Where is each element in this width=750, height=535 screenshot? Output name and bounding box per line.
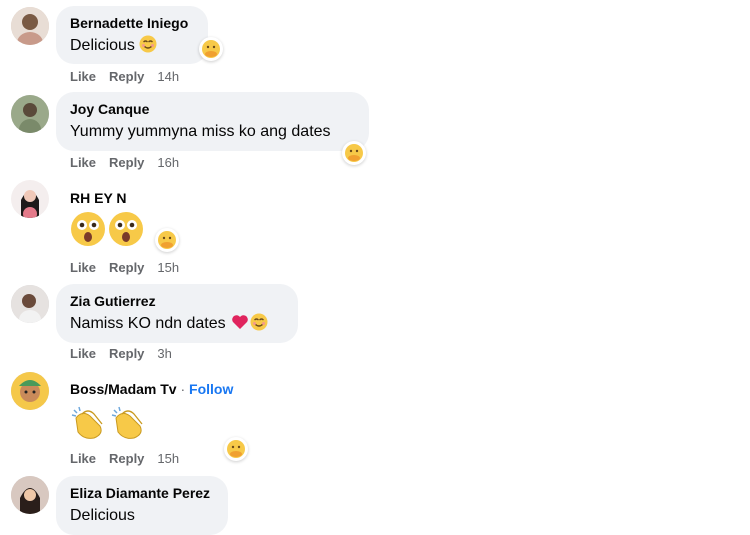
comment-author[interactable]: Joy Canque <box>70 100 355 118</box>
smiling-face-icon <box>139 35 157 59</box>
like-button[interactable]: Like <box>70 155 96 170</box>
comment-bubble: Zia Gutierrez Namiss KO ndn dates <box>56 284 298 343</box>
comment-author[interactable]: Bernadette Iniego <box>70 14 194 32</box>
comment-bubble: Joy Canque Yummy yummyna miss ko ang dat… <box>56 92 369 151</box>
timestamp[interactable]: 16h <box>157 155 179 170</box>
smiling-face-icon <box>250 313 268 337</box>
comment-actions: Like Reply 15h <box>70 451 192 466</box>
separator-dot: · <box>180 381 186 397</box>
emoji-row <box>70 211 146 252</box>
comment-actions: Like Reply 15h <box>70 260 192 275</box>
avatar[interactable] <box>11 285 49 323</box>
comment-author-name[interactable]: Boss/Madam Tv <box>70 381 177 397</box>
comment-author[interactable]: RH EY N <box>70 189 127 207</box>
avatar[interactable] <box>11 7 49 45</box>
comment-text: Delicious <box>70 507 135 524</box>
avatar[interactable] <box>11 95 49 133</box>
avatar[interactable] <box>11 372 49 410</box>
emoji-row <box>70 404 150 445</box>
avatar[interactable] <box>11 180 49 218</box>
comment-author[interactable]: Eliza Diamante Perez <box>70 484 214 502</box>
comment-actions: Like Reply 14h <box>70 69 192 84</box>
reply-button[interactable]: Reply <box>109 69 144 84</box>
comment-bubble: Bernadette Iniego Delicious <box>56 6 208 64</box>
comment-actions: Like Reply 16h <box>70 155 192 170</box>
comment-text: Delicious <box>70 35 194 59</box>
comment-text: Yummy yummyna miss ko ang dates <box>70 123 331 140</box>
clapping-hands-icon <box>70 404 108 440</box>
comment-author[interactable]: Zia Gutierrez <box>70 292 284 310</box>
avatar[interactable] <box>11 476 49 514</box>
like-button[interactable]: Like <box>70 451 96 466</box>
care-reaction-icon[interactable] <box>224 437 248 461</box>
care-reaction-icon[interactable] <box>342 141 366 165</box>
timestamp[interactable]: 15h <box>157 451 179 466</box>
reply-button[interactable]: Reply <box>109 451 144 466</box>
timestamp[interactable]: 3h <box>157 346 171 361</box>
astonished-face-icon <box>108 211 144 247</box>
timestamp[interactable]: 14h <box>157 69 179 84</box>
care-reaction-icon[interactable] <box>199 37 223 61</box>
like-button[interactable]: Like <box>70 260 96 275</box>
comment-actions: Like Reply 3h <box>70 346 185 361</box>
comment-text: Namiss KO ndn dates <box>70 313 284 337</box>
like-button[interactable]: Like <box>70 346 96 361</box>
astonished-face-icon <box>70 211 106 247</box>
red-heart-icon <box>231 313 249 337</box>
reply-button[interactable]: Reply <box>109 346 144 361</box>
timestamp[interactable]: 15h <box>157 260 179 275</box>
care-reaction-icon[interactable] <box>155 228 179 252</box>
reply-button[interactable]: Reply <box>109 260 144 275</box>
follow-button[interactable]: Follow <box>189 381 233 397</box>
comment-author: Boss/Madam Tv · Follow <box>70 380 233 398</box>
reply-button[interactable]: Reply <box>109 155 144 170</box>
like-button[interactable]: Like <box>70 69 96 84</box>
clapping-hands-icon <box>110 404 148 440</box>
comment-bubble: Eliza Diamante Perez Delicious <box>56 476 228 535</box>
